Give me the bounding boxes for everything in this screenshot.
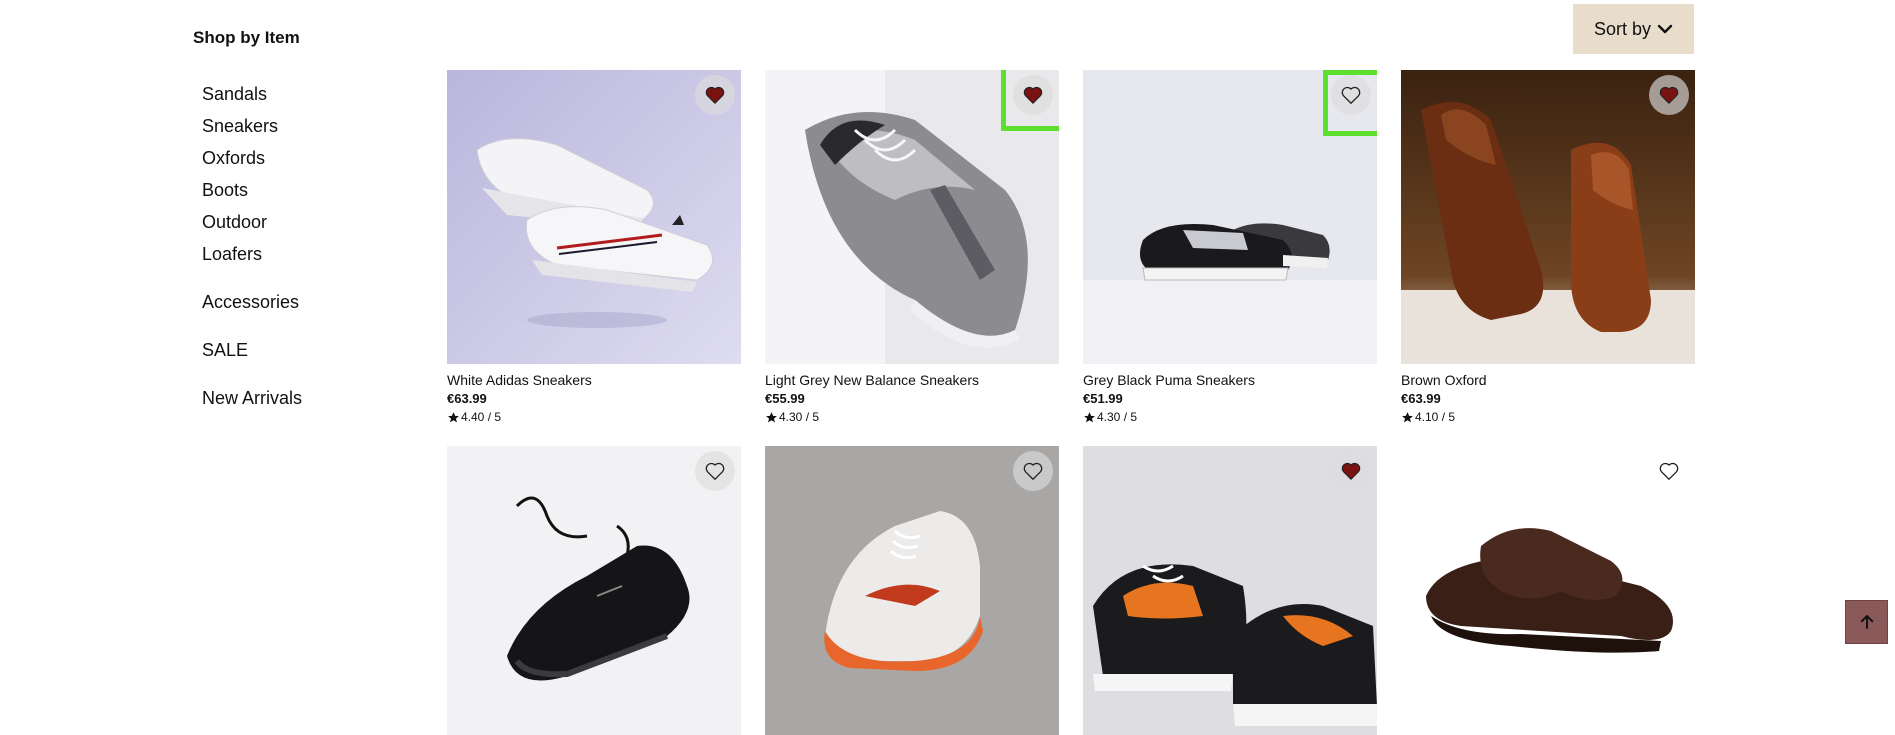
heart-filled-icon (705, 86, 725, 105)
category-sandals[interactable]: Sandals (202, 78, 423, 110)
sidebar: Shop by Item Sandals Sneakers Oxfords Bo… (193, 28, 423, 414)
grey-sneaker-image (765, 70, 1059, 364)
back-to-top-button[interactable] (1845, 600, 1888, 644)
heart-outline-icon (1341, 86, 1361, 105)
product-image[interactable] (1401, 70, 1695, 364)
product-image[interactable] (765, 70, 1059, 364)
category-new-arrivals[interactable]: New Arrivals (202, 382, 423, 414)
product-card[interactable] (1401, 446, 1695, 735)
category-oxfords[interactable]: Oxfords (202, 142, 423, 174)
star-icon (448, 412, 459, 423)
product-image[interactable] (447, 446, 741, 735)
product-image[interactable] (447, 70, 741, 364)
brown-sandal-image (1401, 446, 1695, 735)
heart-outline-icon (1023, 462, 1043, 481)
product-rating: 4.30 / 5 (1083, 408, 1377, 427)
sort-button[interactable]: Sort by (1573, 4, 1694, 54)
product-card[interactable]: Brown Oxford €63.99 4.10 / 5 (1401, 70, 1695, 427)
favorite-button[interactable] (1331, 451, 1371, 491)
favorite-button[interactable] (1013, 451, 1053, 491)
chevron-down-icon (1657, 24, 1673, 34)
star-icon (1084, 412, 1095, 423)
product-price: €63.99 (447, 391, 487, 406)
category-loafers[interactable]: Loafers (202, 238, 423, 270)
favorite-button[interactable] (1331, 75, 1371, 115)
category-accessories[interactable]: Accessories (202, 286, 423, 318)
category-list: Sandals Sneakers Oxfords Boots Outdoor L… (193, 78, 423, 414)
product-name[interactable]: White Adidas Sneakers (447, 371, 741, 389)
category-sale[interactable]: SALE (202, 334, 423, 366)
product-image[interactable] (765, 446, 1059, 735)
product-card[interactable] (447, 446, 741, 735)
heart-filled-icon (1341, 462, 1361, 481)
product-rating: 4.40 / 5 (447, 408, 741, 427)
product-card[interactable] (765, 446, 1059, 735)
white-sneakers-image (447, 70, 741, 364)
favorite-button[interactable] (1649, 451, 1689, 491)
product-name[interactable]: Light Grey New Balance Sneakers (765, 371, 1059, 389)
product-card[interactable]: White Adidas Sneakers €63.99 4.40 / 5 (447, 70, 741, 427)
arrow-up-icon (1860, 615, 1873, 629)
category-outdoor[interactable]: Outdoor (202, 206, 423, 238)
product-image[interactable] (1083, 446, 1377, 735)
brown-oxford-image (1401, 70, 1695, 364)
product-rating: 4.30 / 5 (765, 408, 1059, 427)
product-card[interactable] (1083, 446, 1377, 735)
product-image[interactable] (1083, 70, 1377, 364)
puma-sneakers-image (1083, 70, 1377, 364)
product-price: €55.99 (765, 391, 805, 406)
favorite-button[interactable] (1649, 75, 1689, 115)
star-icon (1402, 412, 1413, 423)
heart-filled-icon (1023, 86, 1043, 105)
rating-value: 4.30 / 5 (1097, 410, 1138, 424)
product-name[interactable]: Brown Oxford (1401, 371, 1695, 389)
product-price: €63.99 (1401, 391, 1441, 406)
sidebar-heading: Shop by Item (193, 28, 300, 47)
favorite-button[interactable] (1013, 75, 1053, 115)
heart-outline-icon (1659, 462, 1679, 481)
favorite-button[interactable] (695, 75, 735, 115)
black-sneaker-image (447, 446, 741, 735)
orange-sneaker-image (765, 446, 1059, 735)
category-boots[interactable]: Boots (202, 174, 423, 206)
heart-filled-icon (1659, 86, 1679, 105)
product-image[interactable] (1401, 446, 1695, 735)
product-price: €51.99 (1083, 391, 1123, 406)
rating-value: 4.40 / 5 (461, 410, 502, 424)
star-icon (766, 412, 777, 423)
jordan-sneakers-image (1083, 446, 1377, 735)
category-sneakers[interactable]: Sneakers (202, 110, 423, 142)
product-name[interactable]: Grey Black Puma Sneakers (1083, 371, 1377, 389)
product-card[interactable]: Grey Black Puma Sneakers €51.99 4.30 / 5 (1083, 70, 1377, 427)
product-card[interactable]: Light Grey New Balance Sneakers €55.99 4… (765, 70, 1059, 427)
rating-value: 4.30 / 5 (779, 410, 820, 424)
shop-page: Shop by Item Sandals Sneakers Oxfords Bo… (0, 0, 1895, 735)
sort-label: Sort by (1593, 18, 1652, 39)
rating-value: 4.10 / 5 (1415, 410, 1456, 424)
heart-outline-icon (705, 462, 725, 481)
favorite-button[interactable] (695, 451, 735, 491)
product-rating: 4.10 / 5 (1401, 408, 1695, 427)
